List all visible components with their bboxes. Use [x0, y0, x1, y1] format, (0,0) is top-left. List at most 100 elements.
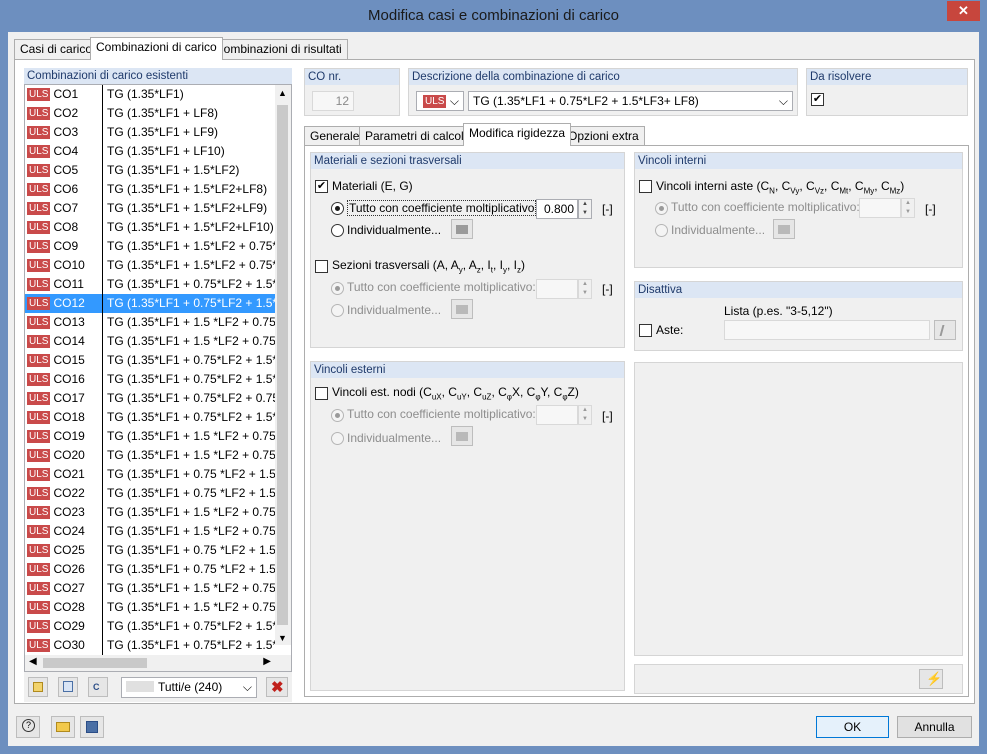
list-item[interactable]: ULS CO2 TG (1.35*LF1 + LF8)	[25, 104, 277, 123]
close-button[interactable]: ✕	[947, 1, 980, 21]
scroll-left-icon[interactable]: ◀	[29, 656, 37, 667]
hscroll-thumb[interactable]	[43, 658, 147, 668]
combination-id: CO23	[53, 505, 85, 519]
uls-badge: ULS	[27, 449, 51, 462]
renumber-icon[interactable]: C	[88, 677, 108, 697]
list-item[interactable]: ULSCO10 TG (1.35*LF1 + 1.5*LF2 + 0.75*LF3	[25, 256, 277, 275]
list-item[interactable]: ULSCO24 TG (1.35*LF1 + 1.5 *LF2 + 0.75* L…	[25, 522, 277, 541]
combination-id: CO8	[53, 220, 79, 234]
uls-badge: ULS	[27, 107, 51, 120]
cancel-button[interactable]: Annulla	[897, 716, 972, 738]
list-item[interactable]: ULSCO30 TG (1.35*LF1 + 0.75*LF2 + 1.5*LF3	[25, 636, 277, 655]
uls-badge: ULS	[27, 354, 51, 367]
combination-id: CO27	[53, 581, 85, 595]
combination-description: TG (1.35*LF1 + 1.5*LF2 + 0.75*LF3	[107, 258, 277, 272]
aste-label: Aste:	[656, 323, 684, 337]
description-input[interactable]: TG (1.35*LF1 + 0.75*LF2 + 1.5*LF3+ LF8) …	[468, 91, 793, 111]
aste-checkbox[interactable]	[639, 324, 652, 337]
sezioni-individual-radio[interactable]	[331, 304, 344, 317]
materiali-factor-spinner[interactable]: ▲ ▼	[578, 199, 592, 219]
list-item[interactable]: ULS CO28 TG (1.35*LF1 + 1.5 *LF2 + 0.75*LF	[25, 598, 277, 617]
combination-description: TG (1.35*LF1 + 1.5*LF2 + 0.75*LF3	[107, 239, 277, 253]
open-icon[interactable]	[51, 716, 75, 738]
vincoli-esterni-checkbox[interactable]	[315, 387, 328, 400]
list-item[interactable]: ULS CO14 TG (1.35*LF1 + 1.5 *LF2 + 0.75*LF	[25, 332, 277, 351]
list-item[interactable]: ULSCO25 TG (1.35*LF1 + 0.75 *LF2 + 1.5* L…	[25, 541, 277, 560]
new-combination-icon[interactable]	[28, 677, 48, 697]
scroll-right-icon[interactable]: ▶	[263, 656, 271, 667]
copy-combination-icon[interactable]	[58, 677, 78, 697]
pick-members-icon[interactable]	[934, 320, 956, 340]
da-risolvere-checkbox[interactable]: ✔	[811, 93, 824, 106]
vincoli-interni-all-radio[interactable]	[655, 202, 668, 215]
sezioni-checkbox[interactable]	[315, 260, 328, 273]
combination-id: CO24	[53, 524, 85, 538]
uls-badge: ULS	[27, 126, 51, 139]
combination-list[interactable]: ULS CO1 TG (1.35*LF1) ULS CO2 TG (1.35*LF1 + …	[24, 84, 292, 672]
dialog-client: Casi di carico Combinazioni di carico Co…	[8, 32, 979, 746]
list-item[interactable]: ULS CO19 TG (1.35*LF1 + 1.5 *LF2 + 0.75*LF	[25, 427, 277, 446]
list-item[interactable]: ULS CO27 TG (1.35*LF1 + 1.5 *LF2 + 0.75*LF	[25, 579, 277, 598]
vincoli-interni-edit-icon[interactable]	[773, 219, 795, 239]
type-select[interactable]: ULS ⌵	[416, 91, 464, 111]
materiali-individual-radio[interactable]	[331, 224, 344, 237]
subtab-generale[interactable]: Generale	[304, 126, 366, 145]
list-item[interactable]: ULSCO17 TG (1.35*LF1 + 0.75*LF2 + 0.75*LF	[25, 389, 277, 408]
vertical-scrollbar[interactable]: ▲ ▼	[275, 85, 291, 645]
sezioni-all-radio[interactable]	[331, 282, 344, 295]
list-item[interactable]: ULS CO3 TG (1.35*LF1 + LF9)	[25, 123, 277, 142]
co-nr-panel: CO nr. 12	[304, 68, 400, 116]
tab-combinazioni-di-risultati[interactable]: Combinazioni di risultati	[209, 39, 348, 59]
tab-casi-di-carico[interactable]: Casi di carico	[14, 39, 99, 59]
list-item[interactable]: ULS CO21 TG (1.35*LF1 + 0.75 *LF2 + 1.5*LF	[25, 465, 277, 484]
materiali-factor-input[interactable]: 0.800	[536, 199, 578, 219]
subtab-modifica-rigidezza[interactable]: Modifica rigidezza	[463, 123, 572, 146]
filter-select[interactable]: Tutti/e (240) ⌵	[121, 677, 257, 698]
uls-badge: ULS	[27, 582, 51, 595]
vincoli-esterni-all-label: Tutto con coefficiente moltiplicativo:	[347, 407, 536, 421]
combination-description: TG (1.35*LF1 + 1.5 *LF2 + 0.75* LF	[107, 524, 277, 538]
tab-combinazioni-di-carico[interactable]: Combinazioni di carico	[90, 37, 223, 60]
generate-icon[interactable]: ⚡	[919, 669, 943, 689]
list-item[interactable]: ULS CO8 TG (1.35*LF1 + 1.5*LF2+LF10)	[25, 218, 277, 237]
list-item[interactable]: ULS CO22 TG (1.35*LF1 + 0.75 *LF2 + 1.5*LF	[25, 484, 277, 503]
ok-button[interactable]: OK	[816, 716, 889, 738]
materiali-all-label[interactable]: Tutto con coefficiente moltiplicativo	[347, 200, 537, 216]
vincoli-esterni-individual-radio[interactable]	[331, 432, 344, 445]
list-item[interactable]: ULSCO23 TG (1.35*LF1 + 1.5 *LF2 + 0.75* L…	[25, 503, 277, 522]
list-item[interactable]: ULSCO9 TG (1.35*LF1 + 1.5*LF2 + 0.75*LF3	[25, 237, 277, 256]
scroll-down-icon[interactable]: ▼	[278, 633, 287, 643]
list-item[interactable]: ULS CO5 TG (1.35*LF1 + 1.5*LF2)	[25, 161, 277, 180]
scroll-up-icon[interactable]: ▲	[278, 88, 287, 98]
vincoli-esterni-all-radio[interactable]	[331, 409, 344, 422]
list-item[interactable]: ULS CO7 TG (1.35*LF1 + 1.5*LF2+LF9)	[25, 199, 277, 218]
list-item[interactable]: ULSCO26 TG (1.35*LF1 + 0.75 *LF2 + 1.5* L…	[25, 560, 277, 579]
horizontal-scrollbar[interactable]: ◀ ▶	[25, 655, 291, 671]
list-item[interactable]: ULSCO16 TG (1.35*LF1 + 0.75*LF2 + 1.5*LF3	[25, 370, 277, 389]
list-item[interactable]: ULSCO11 TG (1.35*LF1 + 0.75*LF2 + 1.5*LF3	[25, 275, 277, 294]
delete-icon[interactable]: ✖	[266, 677, 288, 697]
save-icon[interactable]	[80, 716, 104, 738]
materiali-edit-icon[interactable]	[451, 219, 473, 239]
list-item[interactable]: ULS CO4 TG (1.35*LF1 + LF10)	[25, 142, 277, 161]
list-item[interactable]: ULS CO1 TG (1.35*LF1)	[25, 85, 277, 104]
list-item[interactable]: ULSCO15 TG (1.35*LF1 + 0.75*LF2 + 1.5*LF3	[25, 351, 277, 370]
vincoli-interni-checkbox[interactable]	[639, 180, 652, 193]
list-item[interactable]: ULS CO13 TG (1.35*LF1 + 1.5 *LF2 + 0.75*LF	[25, 313, 277, 332]
vincoli-esterni-edit-icon[interactable]	[451, 426, 473, 446]
list-item[interactable]: ULSCO12 TG (1.35*LF1 + 0.75*LF2 + 1.5*LF3	[25, 294, 277, 313]
subtab-parametri[interactable]: Parametri di calcolo	[359, 126, 477, 145]
help-icon[interactable]: ?	[16, 716, 40, 738]
sezioni-label: Sezioni trasversali (A, Ay, Az, It, Iy, …	[332, 258, 526, 275]
sezioni-edit-icon[interactable]	[451, 299, 473, 319]
list-item[interactable]: ULSCO18 TG (1.35*LF1 + 0.75*LF2 + 1.5*LF3	[25, 408, 277, 427]
subtab-opzioni-extra[interactable]: Opzioni extra	[562, 126, 645, 145]
scroll-thumb[interactable]	[277, 105, 288, 625]
materiali-all-radio[interactable]	[331, 202, 344, 215]
combination-id: CO25	[53, 543, 85, 557]
vincoli-interni-individual-radio[interactable]	[655, 224, 668, 237]
list-item[interactable]: ULS CO20 TG (1.35*LF1 + 1.5 *LF2 + 0.75*LF	[25, 446, 277, 465]
list-item[interactable]: ULSCO29 TG (1.35*LF1 + 0.75*LF2 + 1.5*LF3	[25, 617, 277, 636]
list-item[interactable]: ULS CO6 TG (1.35*LF1 + 1.5*LF2+LF8)	[25, 180, 277, 199]
materiali-checkbox[interactable]: ✔	[315, 180, 328, 193]
